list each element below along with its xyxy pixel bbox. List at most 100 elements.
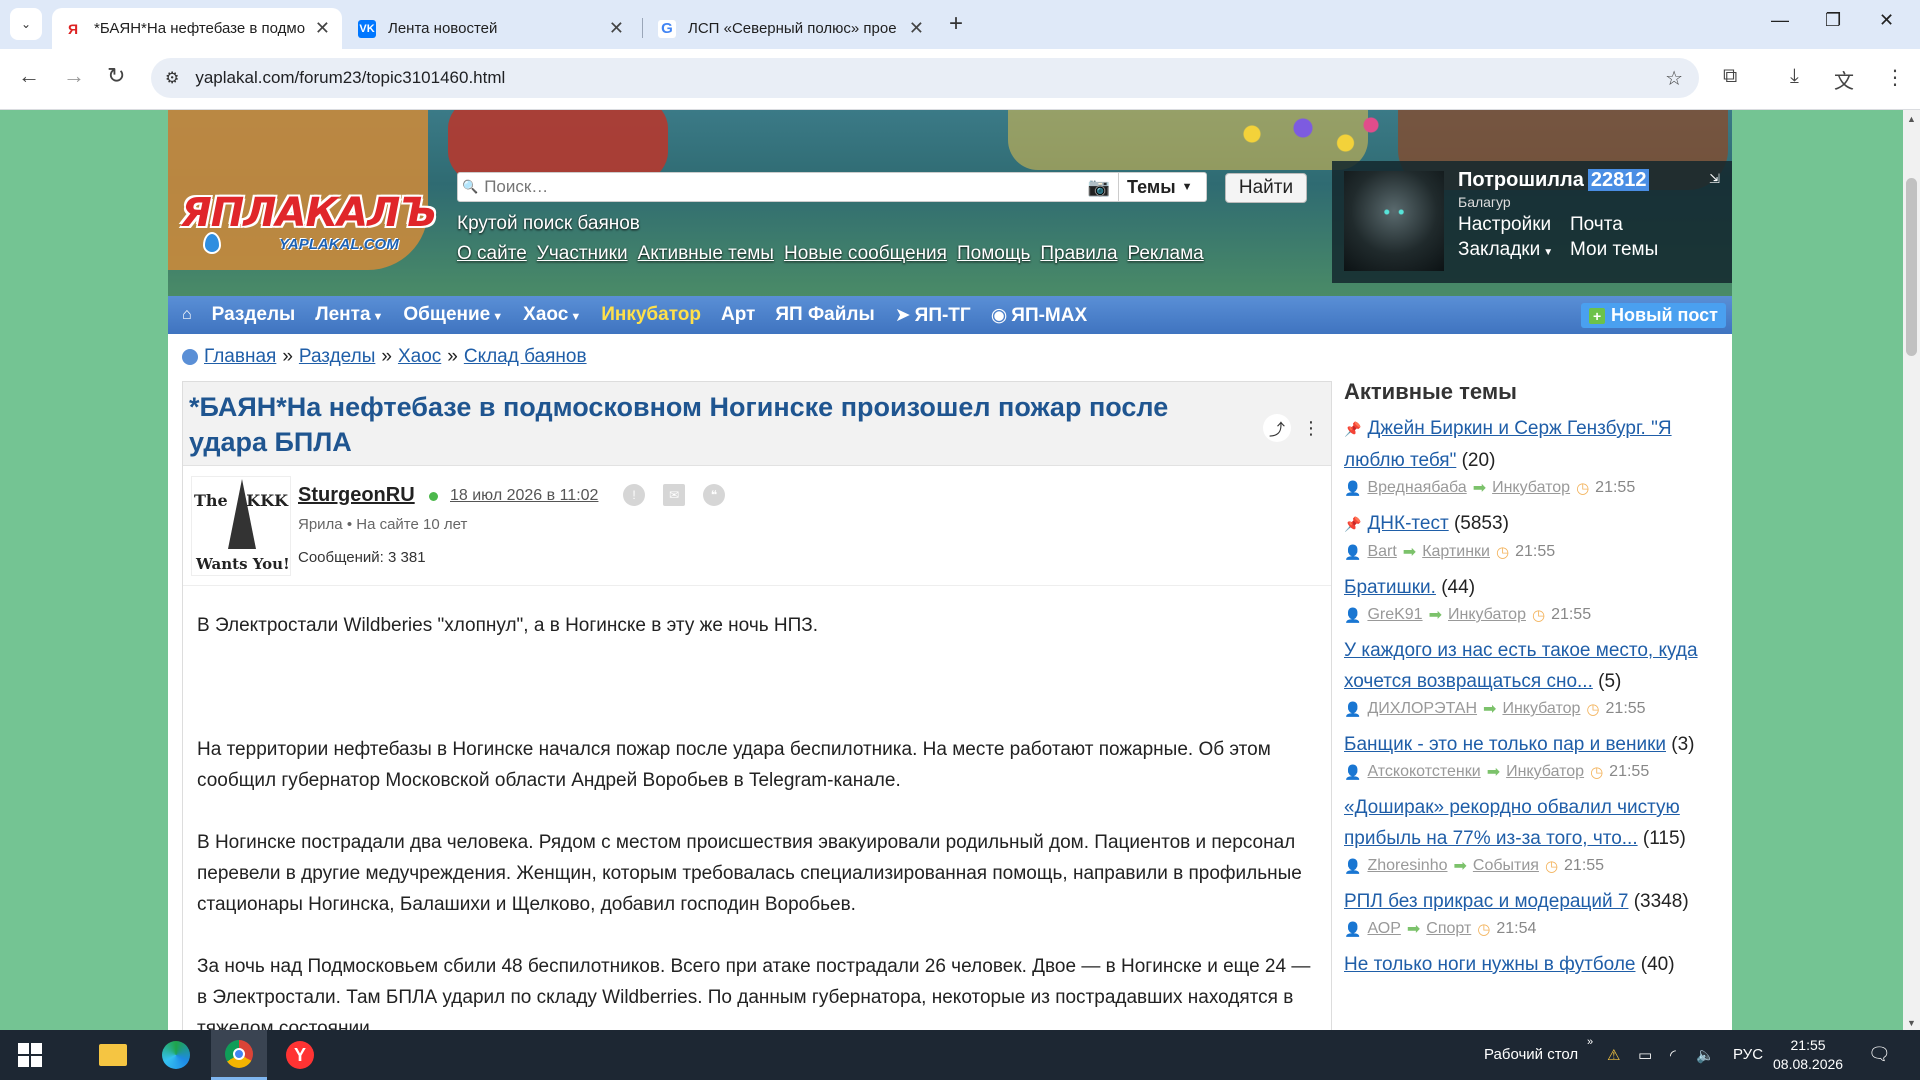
desktop-label[interactable]: Рабочий стол	[1484, 1046, 1578, 1063]
nav-sections[interactable]: Разделы	[212, 304, 296, 326]
link-rules[interactable]: Правила	[1040, 243, 1117, 265]
quote-icon[interactable]: ❝	[703, 484, 725, 506]
nav-incubator[interactable]: Инкубатор	[601, 304, 701, 326]
link-new-messages[interactable]: Новые сообщения	[784, 243, 947, 265]
tab-search-button[interactable]: ⌄	[10, 8, 42, 40]
scroll-down-icon[interactable]: ▼	[1907, 1018, 1916, 1028]
warning-icon[interactable]: ⚠	[1607, 1046, 1620, 1064]
wifi-icon[interactable]: ◜	[1670, 1046, 1676, 1064]
home-icon[interactable]: ⌂	[182, 306, 192, 324]
close-tab-icon[interactable]: ✕	[609, 18, 624, 39]
topic-section[interactable]: Спорт	[1426, 920, 1471, 938]
nav-telegram[interactable]: ➤ ЯП-ТГ	[895, 304, 971, 327]
crumb-chaos[interactable]: Хаос	[398, 346, 441, 368]
language-indicator[interactable]: РУС	[1733, 1046, 1763, 1063]
chevron-up-icon[interactable]: »	[1587, 1036, 1593, 1048]
site-logo[interactable]: ЯПЛАКАЛЪ YAPLAKAL.COM	[181, 190, 437, 260]
file-explorer-button[interactable]	[85, 1030, 141, 1080]
search-button[interactable]: Найти	[1225, 173, 1307, 203]
topic-link[interactable]: У каждого из нас есть такое место, куда …	[1344, 640, 1698, 692]
bookmark-star-icon[interactable]: ☆	[1665, 66, 1683, 91]
user-avatar[interactable]	[1344, 171, 1444, 271]
link-members[interactable]: Участники	[537, 243, 628, 265]
topic-section[interactable]: Инкубатор	[1506, 763, 1584, 781]
close-tab-icon[interactable]: ✕	[909, 18, 924, 39]
post-date[interactable]: 18 июл 2026 в 11:02	[450, 487, 598, 505]
link-mail[interactable]: Почта	[1570, 214, 1623, 236]
new-post-button[interactable]: + Новый пост	[1581, 303, 1726, 328]
nav-files[interactable]: ЯП Файлы	[775, 304, 874, 326]
yandex-button[interactable]: Y	[272, 1030, 328, 1080]
extensions-icon[interactable]: ⧉	[1723, 65, 1737, 88]
back-icon[interactable]: ←	[18, 63, 40, 89]
page-scrollbar[interactable]: ▲ ▼	[1903, 110, 1920, 1030]
address-bar[interactable]: ⚙ yaplakal.com/forum23/topic3101460.html…	[151, 58, 1699, 98]
close-window-icon[interactable]: ✕	[1879, 10, 1894, 31]
camera-icon[interactable]: 📷	[1088, 177, 1110, 198]
system-clock[interactable]: 21:55 08.08.2026	[1773, 1036, 1843, 1074]
topic-user[interactable]: Zhoresinho	[1367, 857, 1447, 875]
chrome-button[interactable]	[211, 1030, 267, 1080]
more-options-icon[interactable]: ⋮	[1299, 414, 1323, 442]
topic-user[interactable]: Атскокотстенки	[1367, 763, 1480, 781]
topic-user[interactable]: Вреднаябаба	[1367, 479, 1466, 497]
topic-link[interactable]: «Доширак» рекордно обвалил чистую прибыл…	[1344, 797, 1680, 849]
user-name-line[interactable]: Потрошилла 22812	[1458, 169, 1650, 192]
crumb-forum[interactable]: Склад баянов	[464, 346, 587, 368]
link-bookmarks[interactable]: Закладки ▼	[1458, 239, 1553, 261]
share-icon[interactable]: ⤴	[1263, 414, 1291, 442]
scroll-up-icon[interactable]: ▲	[1907, 114, 1916, 124]
search-input[interactable]	[478, 174, 1088, 200]
link-about[interactable]: О сайте	[457, 243, 527, 265]
site-info-icon[interactable]: ⚙	[165, 68, 179, 88]
link-active-topics[interactable]: Активные темы	[638, 243, 774, 265]
topic-user[interactable]: GreK91	[1367, 606, 1422, 624]
nav-max[interactable]: ◉ ЯП-MAX	[991, 304, 1087, 327]
pin-icon[interactable]: ⇲	[1709, 171, 1720, 187]
nav-chat[interactable]: Общение ▼	[403, 304, 503, 326]
tab-2[interactable]: VK Лента новостей ✕	[346, 8, 636, 49]
mail-icon[interactable]: ✉	[663, 484, 685, 506]
translate-icon[interactable]: 文	[1834, 65, 1854, 94]
new-tab-icon[interactable]: +	[949, 10, 963, 38]
download-icon[interactable]: ⤓	[1790, 65, 1799, 88]
volume-icon[interactable]: 🔈	[1696, 1046, 1715, 1064]
topic-user[interactable]: АОР	[1367, 920, 1400, 938]
minimize-icon[interactable]: —	[1771, 10, 1789, 31]
scrollbar-thumb[interactable]	[1906, 178, 1917, 356]
topic-link[interactable]: Банщик - это не только пар и веники	[1344, 734, 1666, 755]
url-text[interactable]: yaplakal.com/forum23/topic3101460.html	[195, 68, 505, 88]
nav-art[interactable]: Арт	[721, 304, 755, 326]
link-settings[interactable]: Настройки	[1458, 214, 1551, 236]
topic-section[interactable]: События	[1473, 857, 1539, 875]
close-tab-icon[interactable]: ✕	[315, 18, 330, 39]
nav-feed[interactable]: Лента ▼	[315, 304, 383, 326]
link-help[interactable]: Помощь	[957, 243, 1030, 265]
crumb-home[interactable]: Главная	[204, 346, 276, 368]
topic-link[interactable]: Братишки.	[1344, 577, 1436, 598]
topic-section[interactable]: Инкубатор	[1502, 700, 1580, 718]
forward-icon[interactable]: →	[63, 63, 85, 89]
tab-1[interactable]: Я *БАЯН*На нефтебазе в подмо ✕	[52, 8, 342, 49]
topic-section[interactable]: Инкубатор	[1492, 479, 1570, 497]
tab-3[interactable]: G ЛСП «Северный полюс» прое ✕	[646, 8, 936, 49]
topic-user[interactable]: Bart	[1367, 543, 1396, 561]
battery-icon[interactable]: ▭	[1638, 1046, 1652, 1064]
search-scope-select[interactable]: Темы ▼	[1118, 173, 1206, 201]
topic-link[interactable]: Не только ноги нужны в футболе	[1344, 954, 1635, 975]
menu-dots-icon[interactable]: ⋮	[1885, 65, 1905, 90]
topic-section[interactable]: Инкубатор	[1448, 606, 1526, 624]
report-icon[interactable]: !	[623, 484, 645, 506]
author-avatar[interactable]: The KKK Wants You!	[191, 476, 291, 576]
restore-icon[interactable]: ❐	[1825, 10, 1841, 31]
author-name[interactable]: SturgeonRU	[298, 484, 415, 507]
link-my-topics[interactable]: Мои темы	[1570, 239, 1658, 261]
topic-link[interactable]: РПЛ без прикрас и модераций 7	[1344, 891, 1628, 912]
topic-user[interactable]: ДИХЛОРЭТАН	[1367, 700, 1477, 718]
topic-link[interactable]: ДНК-тест	[1367, 513, 1448, 534]
link-ads[interactable]: Реклама	[1128, 243, 1204, 265]
topic-section[interactable]: Картинки	[1422, 543, 1490, 561]
start-button[interactable]	[2, 1030, 58, 1080]
crumb-sections[interactable]: Разделы	[299, 346, 375, 368]
nav-chaos[interactable]: Хаос ▼	[523, 304, 581, 326]
